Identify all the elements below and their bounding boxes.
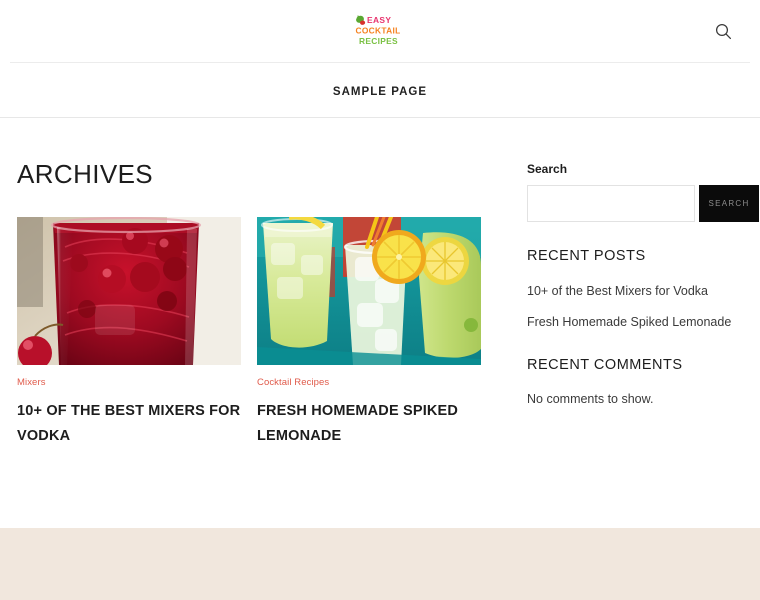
recent-post-link[interactable]: 10+ of the Best Mixers for Vodka	[527, 284, 708, 298]
site-logo[interactable]: EASY COCKTAIL RECIPES	[353, 14, 407, 50]
nav-link-sample-page[interactable]: SAMPLE PAGE	[333, 86, 427, 98]
search-input[interactable]	[527, 185, 695, 222]
recent-comments-empty-text: No comments to show.	[527, 392, 654, 406]
site-header: EASY COCKTAIL RECIPES	[0, 0, 760, 63]
page-title: ARCHIVES	[17, 159, 154, 189]
recent-posts-heading: RECENT POSTS	[527, 248, 646, 264]
list-item: Fresh Homemade Spiked Lemonade	[527, 313, 759, 332]
post-thumbnail-lemonade[interactable]	[257, 216, 481, 365]
search-submit-button[interactable]: SEARCH	[699, 185, 759, 222]
search-icon-button[interactable]	[708, 17, 738, 47]
list-item: 10+ of the Best Mixers for Vodka	[527, 282, 759, 301]
main-column: ARCHIVES Mixers 10+ OF THE BEST MIXERS F…	[17, 160, 481, 448]
post-card: Cocktail Recipes FRESH HOMEMADE SPIKED L…	[257, 216, 481, 449]
nav-list: SAMPLE PAGE	[333, 82, 427, 100]
post-category-link[interactable]: Cocktail Recipes	[257, 377, 329, 388]
post-thumbnail-red-cocktail[interactable]	[17, 216, 241, 365]
search-widget-label: Search	[527, 162, 568, 176]
cocktail-glass-icon	[356, 14, 366, 25]
recent-posts-list: 10+ of the Best Mixers for Vodka Fresh H…	[527, 282, 759, 331]
search-form: SEARCH	[527, 185, 759, 222]
svg-text:EASY: EASY	[367, 15, 391, 25]
post-title-link[interactable]: FRESH HOMEMADE SPIKED LEMONADE	[257, 399, 481, 449]
recent-post-link[interactable]: Fresh Homemade Spiked Lemonade	[527, 315, 731, 329]
posts-grid: Mixers 10+ OF THE BEST MIXERS FOR VODKA	[17, 216, 481, 449]
site-footer	[0, 528, 760, 600]
svg-text:RECIPES: RECIPES	[359, 36, 398, 46]
recent-comments-heading: RECENT COMMENTS	[527, 357, 683, 373]
page-root: EASY COCKTAIL RECIPES SAMPLE PAGE ARCHIV…	[0, 0, 760, 600]
search-icon	[715, 23, 732, 40]
nav-item-sample-page: SAMPLE PAGE	[333, 82, 427, 100]
post-title-link[interactable]: 10+ OF THE BEST MIXERS FOR VODKA	[17, 399, 241, 449]
widget-recent-posts: RECENT POSTS 10+ of the Best Mixers for …	[527, 248, 759, 331]
widget-recent-comments: RECENT COMMENTS No comments to show.	[527, 357, 759, 409]
sidebar: Search SEARCH RECENT POSTS 10+ of the Be…	[481, 160, 759, 409]
post-category-link[interactable]: Mixers	[17, 377, 46, 388]
primary-navigation: SAMPLE PAGE	[0, 63, 760, 118]
post-card: Mixers 10+ OF THE BEST MIXERS FOR VODKA	[17, 216, 241, 449]
widget-search: Search SEARCH	[527, 162, 759, 222]
svg-text:COCKTAIL: COCKTAIL	[356, 25, 401, 35]
